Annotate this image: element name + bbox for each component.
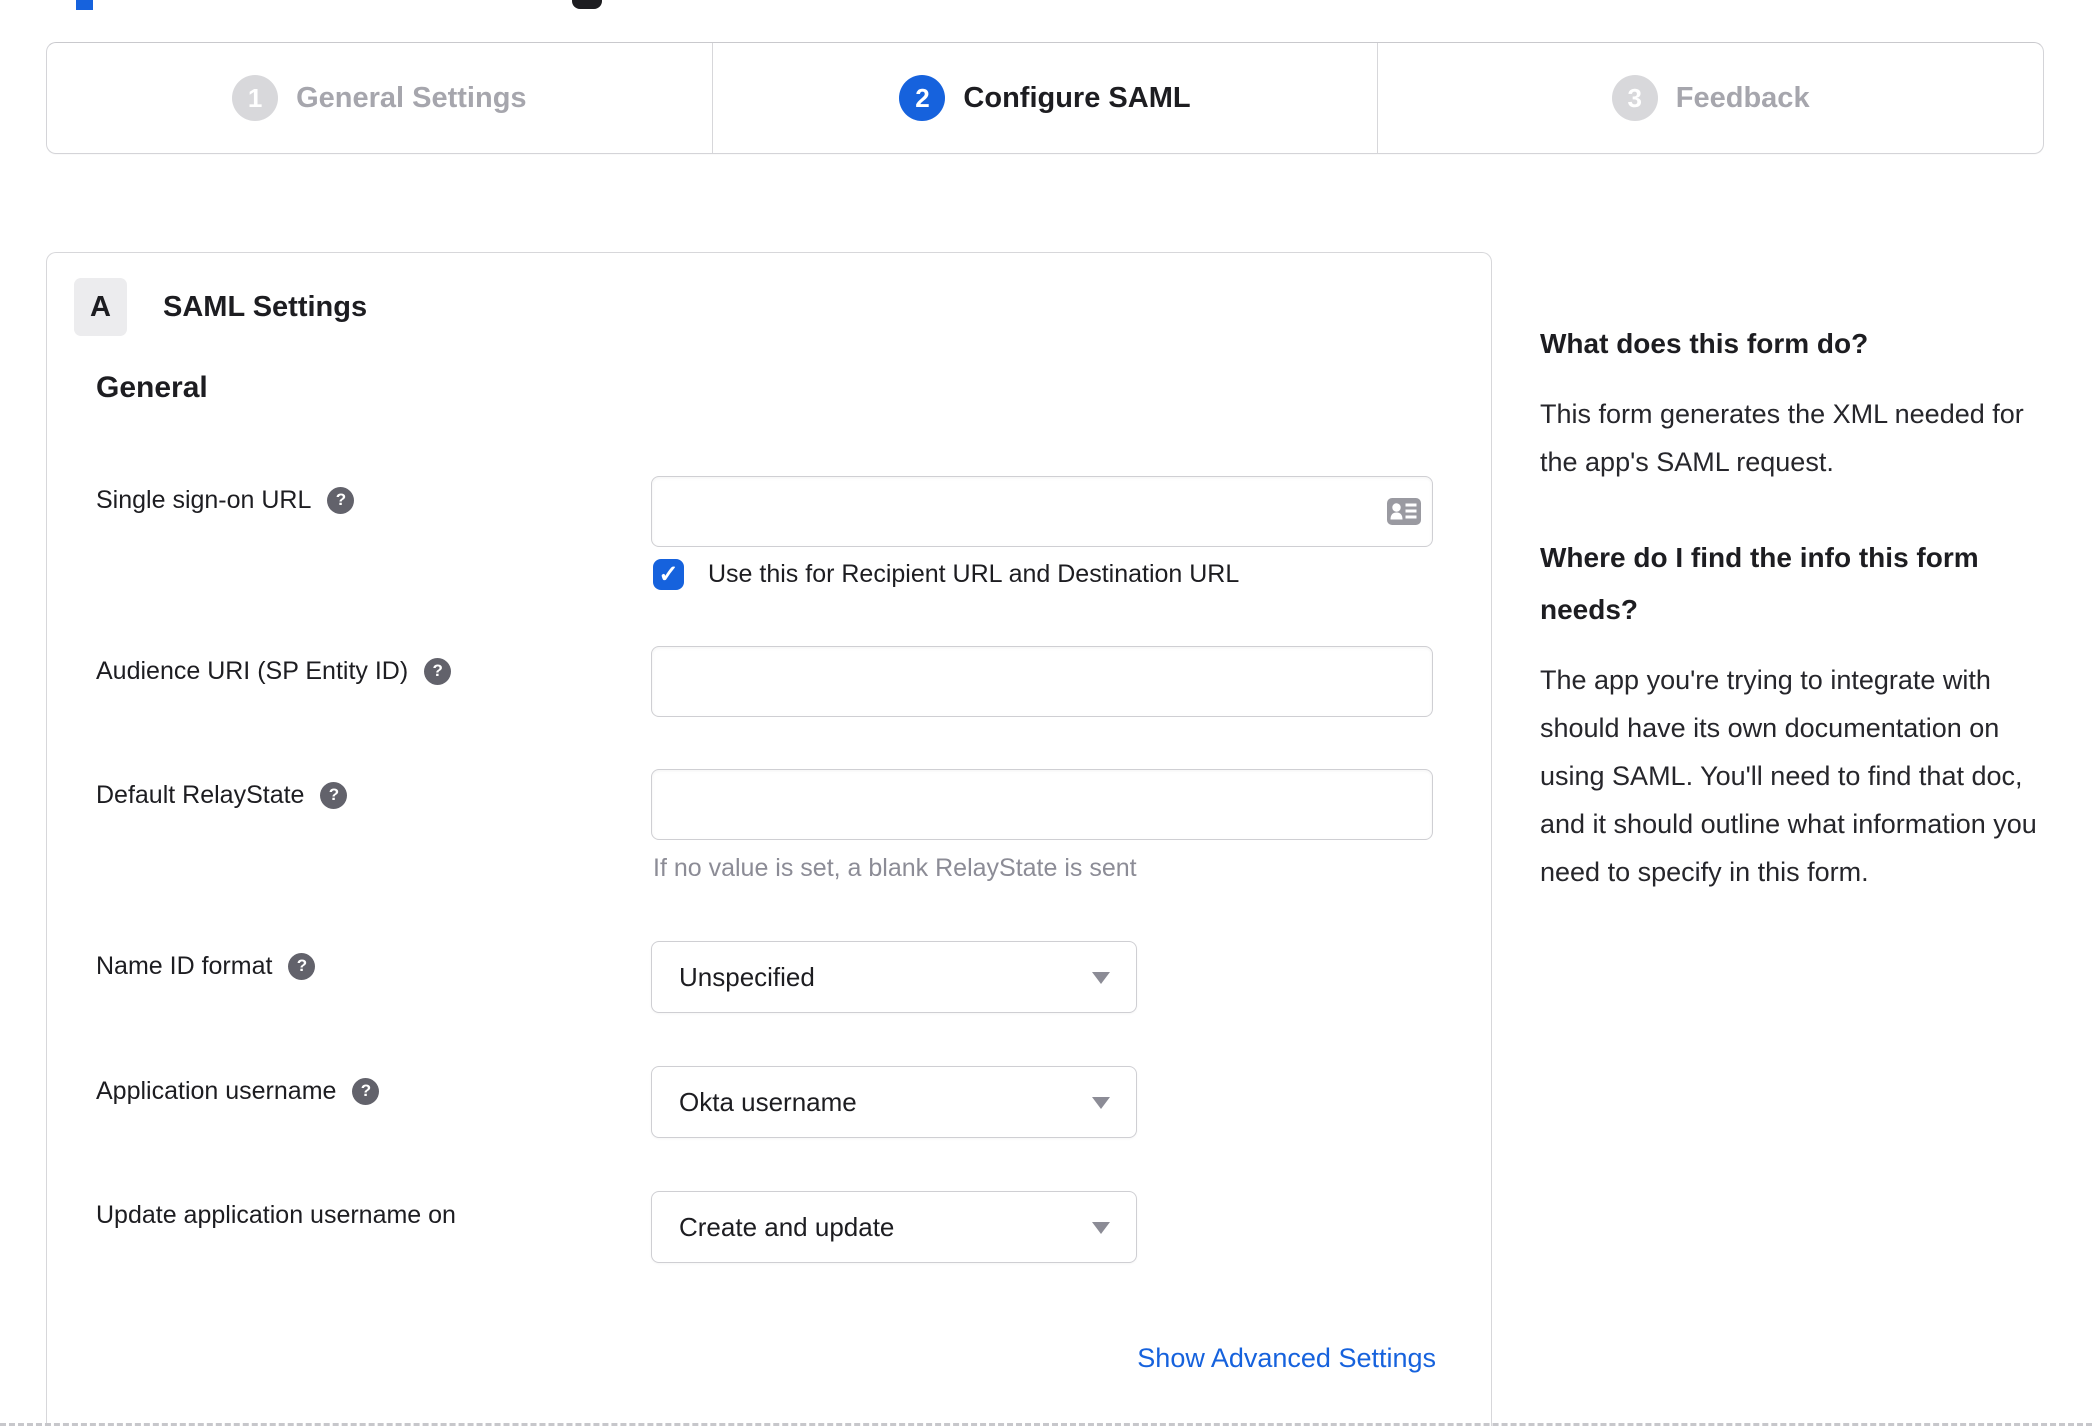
application-username-select[interactable]: Okta username (651, 1066, 1137, 1138)
step-label: Configure SAML (963, 81, 1191, 114)
audience-uri-input[interactable] (651, 646, 1433, 717)
general-group-title: General (96, 371, 208, 404)
default-relaystate-label: Default RelayState ? (96, 780, 348, 810)
sidebar-body-what: This form generates the XML needed for t… (1540, 399, 2024, 477)
step-feedback[interactable]: 3 Feedback (1377, 43, 2043, 153)
select-value: Unspecified (679, 961, 815, 992)
audience-uri-label: Audience URI (SP Entity ID) ? (96, 656, 452, 686)
wizard-stepper: 1 General Settings 2 Configure SAML 3 Fe… (46, 42, 2044, 154)
select-value: Okta username (679, 1086, 857, 1117)
step-general-settings[interactable]: 1 General Settings (47, 43, 712, 153)
update-username-on-select[interactable]: Create and update (651, 1191, 1137, 1263)
field-label: Name ID format (96, 951, 273, 980)
section-title: SAML Settings (163, 290, 368, 323)
chevron-down-icon (1092, 1222, 1110, 1234)
configure-saml-page: 1 General Settings 2 Configure SAML 3 Fe… (0, 0, 2092, 1426)
select-value: Create and update (679, 1211, 895, 1242)
step-number-badge: 2 (899, 75, 946, 121)
single-sign-on-url-label: Single sign-on URL ? (96, 485, 355, 515)
panel-header: A SAML Settings (74, 278, 367, 336)
section-a-badge: A (74, 278, 127, 336)
field-label: Audience URI (SP Entity ID) (96, 656, 409, 685)
step-number-badge: 3 (1611, 75, 1658, 121)
help-icon[interactable]: ? (288, 952, 316, 980)
saml-settings-panel: A SAML Settings General Single sign-on U… (46, 252, 1492, 1426)
cropped-icon-fragment (572, 0, 602, 9)
sidebar-heading-where: Where do I find the info this form needs… (1540, 542, 1979, 625)
help-icon[interactable]: ? (327, 486, 355, 514)
use-this-checkbox-label: Use this for Recipient URL and Destinati… (708, 560, 1240, 588)
help-icon[interactable]: ? (424, 657, 452, 685)
contact-card-icon[interactable] (1387, 498, 1421, 525)
step-number-badge: 1 (232, 75, 279, 121)
show-advanced-settings-link[interactable]: Show Advanced Settings (1137, 1343, 1436, 1374)
default-relaystate-input[interactable] (651, 769, 1433, 840)
cropped-logo-fragment (76, 0, 93, 10)
use-this-checkbox-row: Use this for Recipient URL and Destinati… (653, 559, 1239, 590)
help-icon[interactable]: ? (352, 1077, 380, 1105)
field-label: Application username (96, 1076, 337, 1105)
chevron-down-icon (1092, 1097, 1110, 1109)
use-this-checkbox[interactable] (653, 559, 684, 590)
field-label: Default RelayState (96, 780, 305, 809)
help-sidebar: What does this form do? This form genera… (1540, 318, 2050, 942)
single-sign-on-url-input[interactable] (651, 476, 1433, 547)
relaystate-hint: If no value is set, a blank RelayState i… (653, 854, 1137, 882)
help-icon[interactable]: ? (320, 781, 348, 809)
field-label: Update application username on (96, 1200, 456, 1229)
sidebar-body-where: The app you're trying to integrate with … (1540, 665, 2037, 887)
step-configure-saml[interactable]: 2 Configure SAML (711, 43, 1378, 153)
chevron-down-icon (1092, 972, 1110, 984)
field-label: Single sign-on URL (96, 485, 312, 514)
application-username-label: Application username ? (96, 1076, 380, 1106)
name-id-format-select[interactable]: Unspecified (651, 941, 1137, 1013)
name-id-format-label: Name ID format ? (96, 951, 316, 981)
step-label: General Settings (296, 81, 527, 114)
update-username-on-label: Update application username on (96, 1200, 456, 1230)
step-label: Feedback (1675, 81, 1810, 114)
sidebar-heading-what: What does this form do? (1540, 328, 1869, 359)
